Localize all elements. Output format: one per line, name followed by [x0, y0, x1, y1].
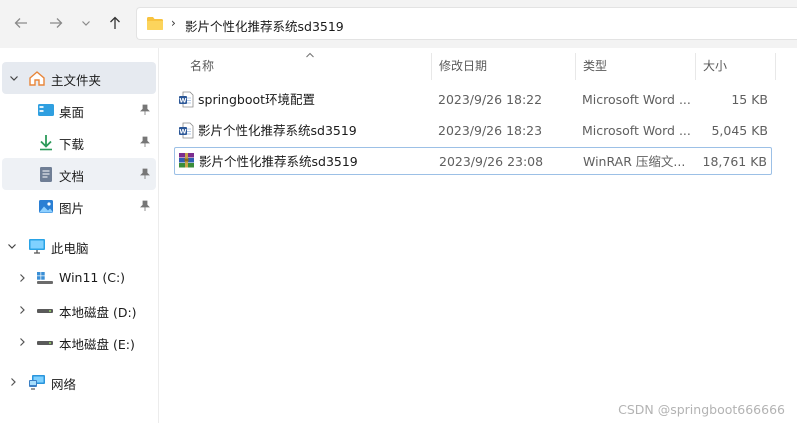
sort-ascending-icon	[305, 48, 315, 62]
column-header-row: 名称 修改日期 类型 大小	[159, 48, 797, 80]
sidebar-item-documents[interactable]: 文档	[2, 158, 156, 190]
file-row[interactable]: 影片个性化推荐系统sd3519 2023/9/26 23:08 WinRAR 压…	[174, 147, 772, 175]
chevron-right-icon[interactable]	[17, 273, 27, 283]
sidebar-item-label: 网络	[51, 377, 77, 392]
sidebar-item-drive-c[interactable]: Win11 (C:)	[0, 262, 156, 294]
file-size: 5,045 KB	[711, 123, 768, 138]
chevron-down-icon	[82, 21, 90, 26]
column-header-size[interactable]: 大小	[703, 48, 727, 80]
sidebar-item-label: 图片	[59, 201, 85, 216]
download-icon	[37, 133, 55, 151]
pin-icon[interactable]	[140, 200, 150, 215]
home-icon	[28, 69, 46, 87]
picture-icon	[37, 197, 55, 215]
arrow-left-icon	[14, 18, 27, 28]
navigation-bar: › 影片个性化推荐系统sd3519	[0, 0, 797, 48]
file-size: 18,761 KB	[702, 154, 767, 169]
column-header-name[interactable]: 名称	[190, 48, 214, 80]
chevron-right-icon[interactable]	[8, 377, 18, 387]
chevron-down-icon[interactable]	[7, 241, 17, 251]
column-divider[interactable]	[695, 53, 696, 80]
sidebar-item-drive-d[interactable]: 本地磁盘 (D:)	[0, 294, 156, 326]
computer-icon	[28, 237, 46, 255]
file-name: springboot环境配置	[198, 92, 316, 107]
sidebar-item-pictures[interactable]: 图片	[0, 190, 156, 222]
watermark: CSDN @springboot666666	[618, 402, 785, 417]
drive-icon	[36, 301, 54, 319]
sidebar-item-label: 主文件夹	[51, 73, 102, 88]
sidebar-item-home[interactable]: 主文件夹	[2, 62, 156, 94]
breadcrumb-current-folder[interactable]: 影片个性化推荐系统sd3519	[185, 16, 344, 35]
file-type: Microsoft Word ...	[582, 123, 691, 138]
desktop-icon	[37, 101, 55, 119]
file-type: WinRAR 压缩文...	[583, 154, 686, 169]
column-header-type[interactable]: 类型	[583, 48, 607, 80]
sidebar-item-label: 桌面	[59, 105, 85, 120]
sidebar-item-desktop[interactable]: 桌面	[0, 94, 156, 126]
chevron-down-icon[interactable]	[9, 73, 19, 83]
windows-drive-icon	[36, 269, 54, 287]
pin-icon[interactable]	[140, 136, 150, 151]
word-icon: W	[178, 122, 194, 139]
word-icon: W	[178, 91, 194, 108]
chevron-right-icon[interactable]	[17, 337, 27, 347]
chevron-right-icon[interactable]	[17, 305, 27, 315]
file-date: 2023/9/26 18:22	[438, 92, 543, 107]
sidebar-item-label: 此电脑	[51, 241, 89, 256]
folder-icon	[146, 16, 164, 34]
column-header-date[interactable]: 修改日期	[439, 48, 487, 80]
sidebar-item-label: 下载	[59, 137, 85, 152]
up-button[interactable]	[104, 12, 126, 34]
network-icon	[28, 373, 46, 391]
svg-text:W: W	[179, 127, 186, 135]
file-name: 影片个性化推荐系统sd3519	[199, 154, 358, 169]
pane-divider[interactable]	[158, 48, 159, 423]
sidebar-item-this-pc[interactable]: 此电脑	[0, 230, 156, 262]
back-button[interactable]	[10, 12, 32, 34]
navigation-pane: 主文件夹 桌面 下载 文档 图片 此电脑 Win11 (C:) 本地磁盘 (D:…	[0, 48, 158, 423]
sidebar-item-label: 本地磁盘 (E:)	[59, 337, 135, 352]
winrar-icon	[178, 152, 194, 169]
column-divider[interactable]	[775, 53, 776, 80]
file-type: Microsoft Word ...	[582, 92, 691, 107]
column-divider[interactable]	[575, 53, 576, 80]
svg-text:W: W	[179, 96, 186, 104]
file-date: 2023/9/26 18:23	[438, 123, 543, 138]
sidebar-item-label: 本地磁盘 (D:)	[59, 305, 137, 320]
arrow-up-icon	[110, 16, 120, 29]
breadcrumb-separator: ›	[171, 16, 176, 30]
pin-icon[interactable]	[140, 104, 150, 119]
column-divider[interactable]	[431, 53, 432, 80]
recent-locations-button[interactable]	[75, 12, 97, 34]
sidebar-item-downloads[interactable]: 下载	[0, 126, 156, 158]
file-date: 2023/9/26 23:08	[439, 154, 544, 169]
arrow-right-icon	[50, 18, 63, 28]
file-size: 15 KB	[731, 92, 768, 107]
file-row[interactable]: W 影片个性化推荐系统sd3519 2023/9/26 18:23 Micros…	[174, 117, 772, 145]
address-bar[interactable]: › 影片个性化推荐系统sd3519	[136, 7, 797, 40]
sidebar-item-drive-e[interactable]: 本地磁盘 (E:)	[0, 326, 156, 358]
file-name: 影片个性化推荐系统sd3519	[198, 123, 357, 138]
pin-icon[interactable]	[140, 168, 150, 183]
sidebar-item-label: 文档	[59, 169, 85, 184]
file-row[interactable]: W springboot环境配置 2023/9/26 18:22 Microso…	[174, 86, 772, 114]
sidebar-item-network[interactable]: 网络	[0, 366, 156, 398]
drive-icon	[36, 333, 54, 351]
document-icon	[37, 165, 55, 183]
sidebar-item-label: Win11 (C:)	[59, 270, 126, 285]
forward-button[interactable]	[45, 12, 67, 34]
